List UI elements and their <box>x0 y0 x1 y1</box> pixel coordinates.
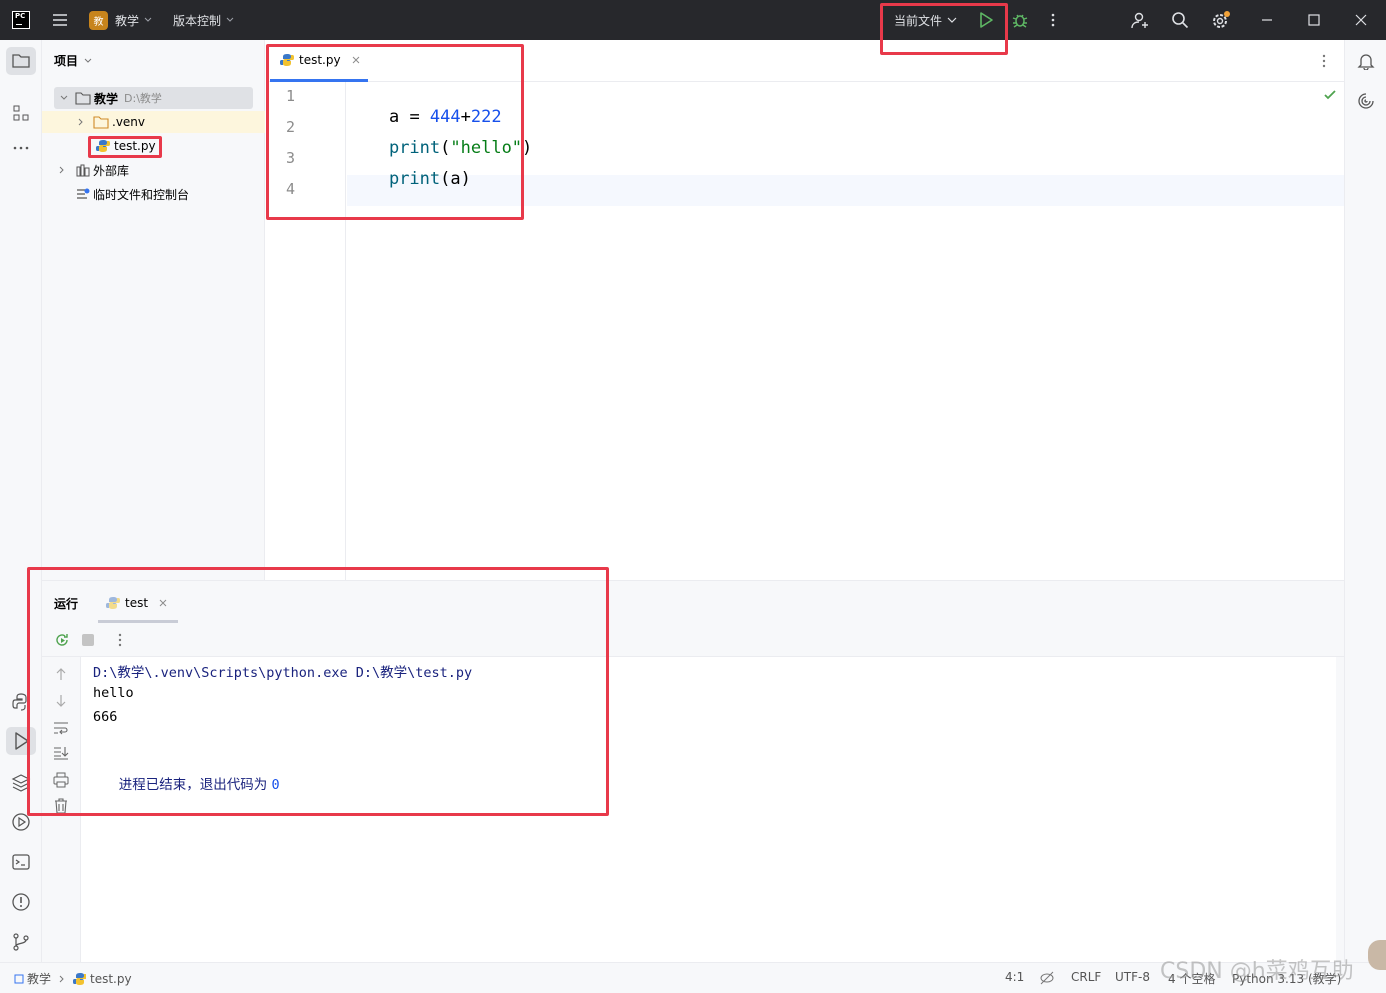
debug-icon[interactable] <box>1011 11 1029 29</box>
pycharm-logo-icon[interactable]: PC <box>12 11 30 29</box>
highlight-box-editor <box>266 44 524 220</box>
chevron-down-icon <box>60 95 68 100</box>
inspection-ok-icon[interactable] <box>1323 88 1337 102</box>
ai-assistant-icon[interactable] <box>1357 92 1375 110</box>
tabs-more-icon[interactable] <box>1319 54 1329 68</box>
project-panel: 项目 教学 D:\教学 .venv test.py 外部库 临时文件和控制台 <box>42 40 265 580</box>
tree-item-external-libraries[interactable]: 外部库 <box>42 159 265 181</box>
terminal-icon[interactable] <box>11 852 31 872</box>
tree-item-label: .venv <box>112 115 146 129</box>
highlight-box-run-controls <box>880 3 1008 55</box>
tree-item-label: 临时文件和控制台 <box>93 187 190 202</box>
project-name: 教学 <box>115 13 140 28</box>
close-window-icon[interactable] <box>1355 14 1367 26</box>
minimize-icon[interactable] <box>1261 14 1273 26</box>
chevron-right-icon <box>59 166 64 174</box>
folder-icon <box>93 116 109 129</box>
module-icon <box>14 974 24 983</box>
highlight-box-run-output <box>27 567 609 816</box>
line-separator[interactable]: CRLF <box>1071 970 1101 984</box>
git-icon[interactable] <box>11 932 31 952</box>
chevron-right-icon <box>78 118 83 126</box>
folder-icon <box>12 54 30 68</box>
library-icon <box>76 164 90 177</box>
project-widget[interactable]: 教 教学 <box>89 0 153 40</box>
file-encoding[interactable]: UTF-8 <box>1115 970 1150 984</box>
notifications-icon[interactable] <box>1357 52 1375 70</box>
chevron-down-icon <box>84 58 92 63</box>
breadcrumb-file[interactable]: test.py <box>90 972 132 986</box>
folder-icon <box>75 92 91 105</box>
tree-item-scratches[interactable]: 临时文件和控制台 <box>42 183 265 205</box>
maximize-icon[interactable] <box>1308 14 1320 26</box>
root-path: D:\教学 <box>124 92 162 105</box>
scratch-icon <box>77 188 90 199</box>
highlight-box-file <box>88 136 162 158</box>
title-bar: PC 教 教学 版本控制 当前文件 <box>0 0 1386 40</box>
problems-icon[interactable] <box>11 892 31 912</box>
python-file-icon <box>73 973 87 985</box>
watermark: CSDN @h菜鸡互助 <box>1160 959 1354 984</box>
project-panel-title: 项目 <box>54 54 79 68</box>
avatar <box>1368 940 1386 970</box>
project-panel-header[interactable]: 项目 <box>54 52 93 69</box>
tree-root[interactable]: 教学 D:\教学 <box>54 87 253 109</box>
tree-item-label: 外部库 <box>93 163 130 178</box>
add-user-icon[interactable] <box>1131 11 1151 29</box>
search-icon[interactable] <box>1171 11 1189 29</box>
project-badge: 教 <box>89 10 108 30</box>
breadcrumb-project[interactable]: 教学 <box>27 970 51 987</box>
readonly-toggle-icon[interactable] <box>1040 971 1054 985</box>
main-menu-icon[interactable] <box>52 12 68 28</box>
vcs-label: 版本控制 <box>173 13 222 28</box>
caret-position[interactable]: 4:1 <box>1005 970 1024 984</box>
chevron-right-icon <box>59 975 64 982</box>
root-name: 教学 <box>94 91 119 106</box>
project-tool-button[interactable] <box>6 47 36 75</box>
tree-item-venv[interactable]: .venv <box>42 111 265 133</box>
more-actions-icon[interactable] <box>1046 12 1060 28</box>
chevron-down-icon <box>144 17 152 22</box>
structure-icon[interactable] <box>12 104 30 122</box>
right-tool-strip <box>1344 40 1386 962</box>
more-tools-icon[interactable] <box>12 144 30 152</box>
settings-icon[interactable] <box>1211 11 1231 31</box>
left-tool-strip <box>0 40 42 962</box>
vcs-widget[interactable]: 版本控制 <box>173 0 235 40</box>
breadcrumb: 教学 test.py <box>14 970 132 987</box>
chevron-down-icon <box>226 17 234 22</box>
